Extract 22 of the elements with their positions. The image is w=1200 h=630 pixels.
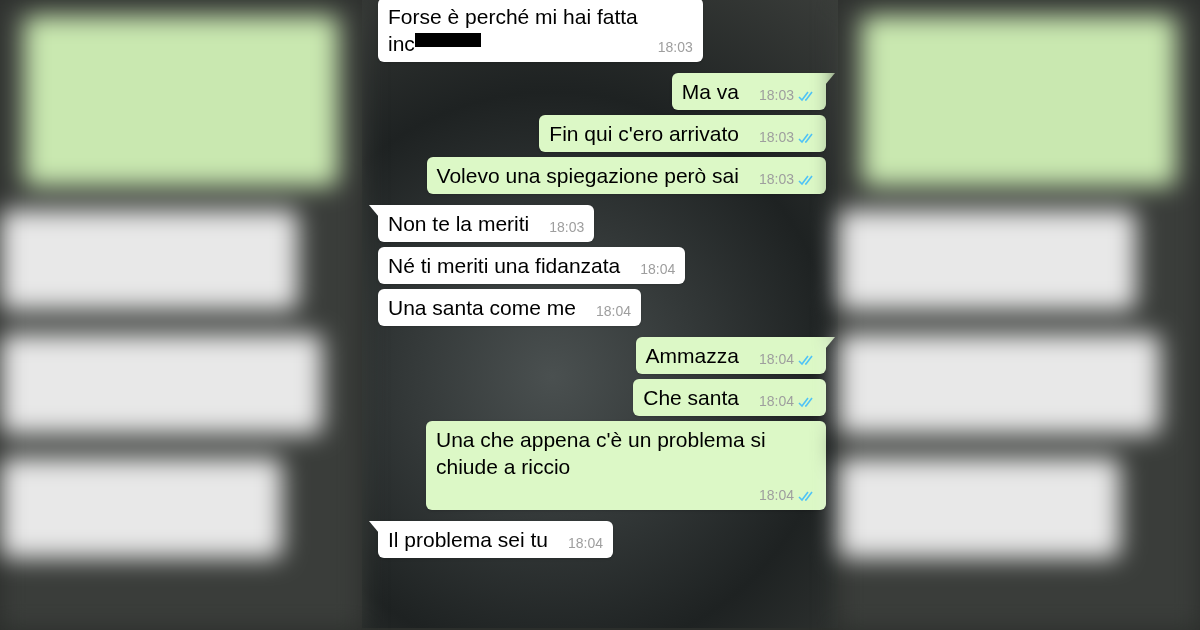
message-time: 18:04 xyxy=(567,534,603,553)
message-time: 18:03 xyxy=(758,170,794,189)
message-time: 18:03 xyxy=(758,86,794,105)
message-text: Il problema sei tu xyxy=(388,528,548,551)
message-time: 18:04 xyxy=(758,486,794,505)
message-text: Né ti meriti una fidanzata xyxy=(388,254,621,277)
message-text: Una santa come me xyxy=(388,296,576,319)
message-text: Volevo una spiegazione però sai xyxy=(436,164,739,187)
message-time: 18:04 xyxy=(758,392,794,411)
message-text: Non te la meriti xyxy=(388,212,530,235)
message-text: Ma va xyxy=(681,80,739,103)
message-time: 18:03 xyxy=(758,128,794,147)
message-time: 18:04 xyxy=(595,302,631,321)
message-text: Forse è perché mi hai fatta inc xyxy=(388,5,638,55)
message-time: 18:04 xyxy=(758,350,794,369)
message-text: Che santa xyxy=(643,386,739,409)
message-text: Ammazza xyxy=(645,344,739,367)
message-time: 18:03 xyxy=(657,38,693,57)
message-time: 18:03 xyxy=(549,218,585,237)
message-time: 18:04 xyxy=(640,260,676,279)
message-text: Una che appena c'è un problema si chiude a riccio xyxy=(436,428,766,478)
message-text: Fin qui c'ero arrivato xyxy=(549,122,739,145)
